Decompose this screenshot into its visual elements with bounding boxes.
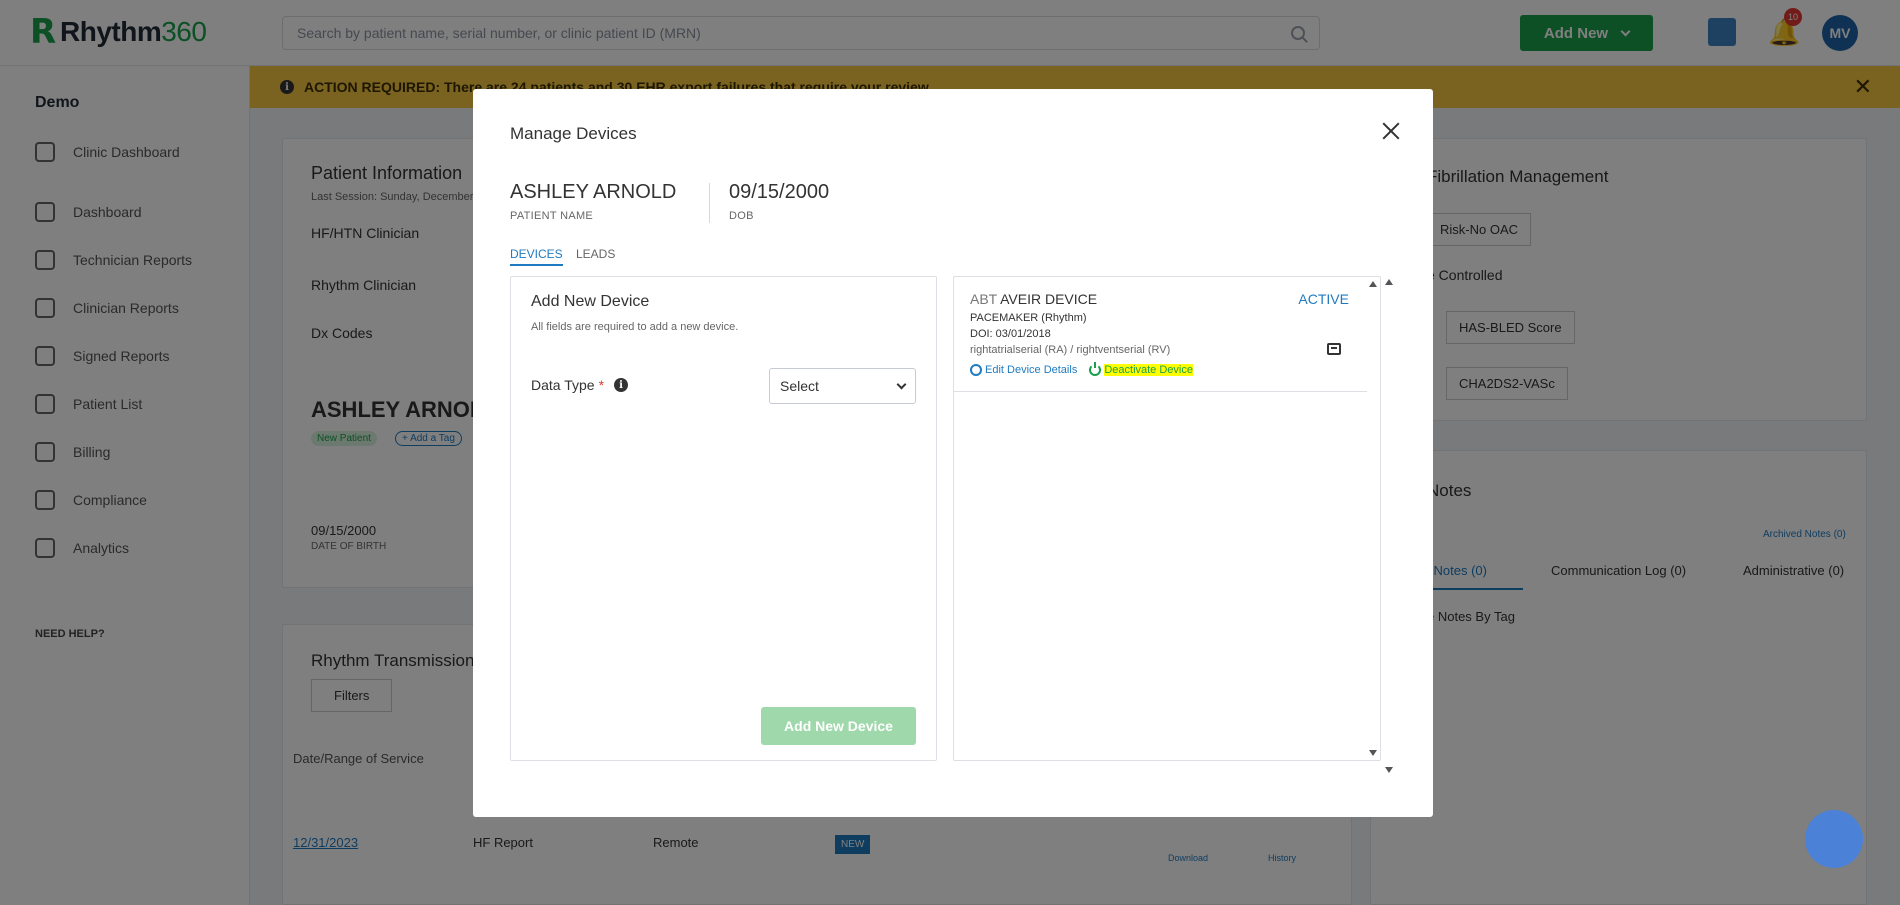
modal-title: Manage Devices [510,124,637,143]
chat-help-icon[interactable] [1805,810,1863,868]
patient-name: ASHLEY ARNOLD [510,181,677,203]
patient-name-label: PATIENT NAME [510,210,594,222]
transmitter-icon[interactable] [1327,343,1341,355]
patient-dob: 09/15/2000 [729,181,830,203]
deactivate-device-label: Deactivate Device [1104,364,1193,376]
device-type: PACEMAKER (Rhythm) [970,312,1087,324]
scroll-up-arrow-icon[interactable] [1369,281,1377,287]
scroll-up-arrow-icon[interactable] [1385,279,1393,285]
device-serials: rightatrialserial (RA) / rightventserial… [970,344,1171,356]
divider [709,183,710,223]
chevron-down-icon [896,379,907,389]
data-type-select-value: Select [780,378,819,394]
info-icon[interactable]: i [614,378,629,392]
add-device-note: All fields are required to add a new dev… [531,321,739,333]
scroll-down-arrow-icon[interactable] [1369,750,1377,756]
device-doi: DOI: 03/01/2018 [970,328,1051,340]
modal-scrollbar[interactable] [1383,276,1395,776]
device-manufacturer: ABT [970,291,997,307]
device-status: ACTIVE [1298,291,1349,307]
device-list-scrollbar[interactable] [1367,278,1379,759]
device-list-panel: ABT AVEIR DEVICE ACTIVE PACEMAKER (Rhyth… [953,276,1381,761]
data-type-select[interactable]: Select [769,368,916,404]
power-icon [1089,362,1102,376]
scroll-down-arrow-icon[interactable] [1385,767,1393,773]
add-new-device-button[interactable]: Add New Device [761,707,916,745]
device-actions: Edit Device Details Deactivate Device [970,362,1193,376]
tab-leads[interactable]: LEADS [576,247,615,264]
edit-device-details-link[interactable]: Edit Device Details [970,364,1077,376]
add-device-panel: Add New Device All fields are required t… [510,276,937,761]
dob-label: DOB [729,210,754,222]
data-type-label: Data Type * i [531,377,629,393]
close-icon[interactable] [1379,119,1403,143]
gear-icon [970,364,982,376]
deactivate-device-link[interactable]: Deactivate Device [1089,362,1193,376]
manage-devices-modal: Manage Devices ASHLEY ARNOLD PATIENT NAM… [473,89,1433,817]
add-device-title: Add New Device [531,293,650,310]
device-model: AVEIR DEVICE [1000,291,1098,307]
edit-device-label: Edit Device Details [985,364,1078,376]
tab-devices[interactable]: DEVICES [510,247,563,266]
device-card: ABT AVEIR DEVICE ACTIVE PACEMAKER (Rhyth… [954,277,1367,392]
device-name: ABT AVEIR DEVICE [970,291,1097,307]
data-type-text: Data Type [531,377,595,393]
required-mark: * [598,377,605,393]
